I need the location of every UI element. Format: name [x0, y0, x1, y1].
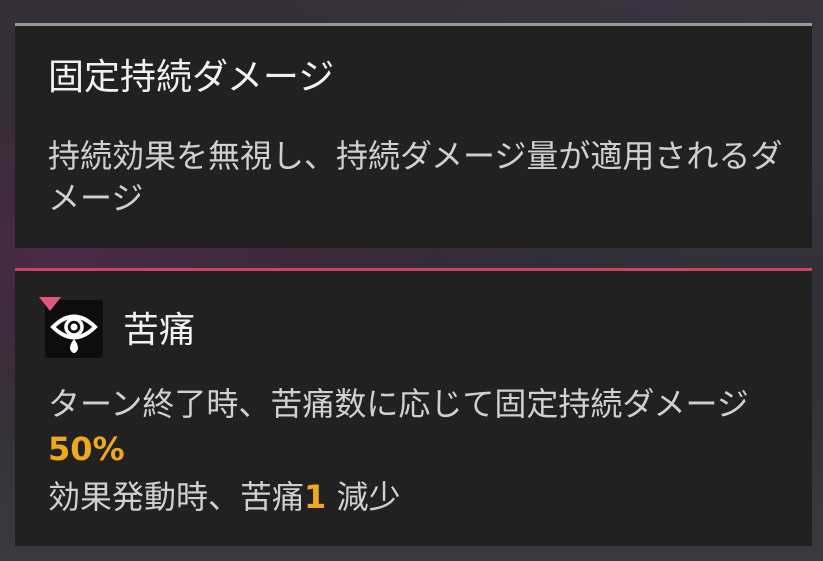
status-effect-tooltip: 苦痛 ターン終了時、苦痛数に応じて固定持続ダメージ 50% 効果発動時、苦痛1 減…	[15, 268, 812, 546]
trigger-line: 効果発動時、苦痛1 減少	[48, 475, 793, 520]
status-effect-description: ターン終了時、苦痛数に応じて固定持続ダメージ 50% 効果発動時、苦痛1 減少	[48, 382, 793, 520]
trigger-suffix: 減少	[326, 478, 401, 516]
trigger-text: 効果発動時、苦痛	[48, 478, 305, 516]
keyword-tooltip: 固定持続ダメージ 持続効果を無視し、持続ダメージ量が適用されるダメージ	[15, 23, 812, 248]
keyword-title: 固定持続ダメージ	[48, 57, 335, 98]
debuff-corner-marker	[39, 297, 61, 311]
status-effect-name: 苦痛	[123, 310, 196, 351]
keyword-description: 持続効果を無視し、持続ダメージ量が適用されるダメージ	[48, 137, 783, 217]
trigger-value: 1	[304, 478, 327, 516]
effect-value: 50%	[48, 430, 125, 468]
effect-text: ターン終了時、苦痛数に応じて固定持続ダメージ	[48, 385, 749, 423]
